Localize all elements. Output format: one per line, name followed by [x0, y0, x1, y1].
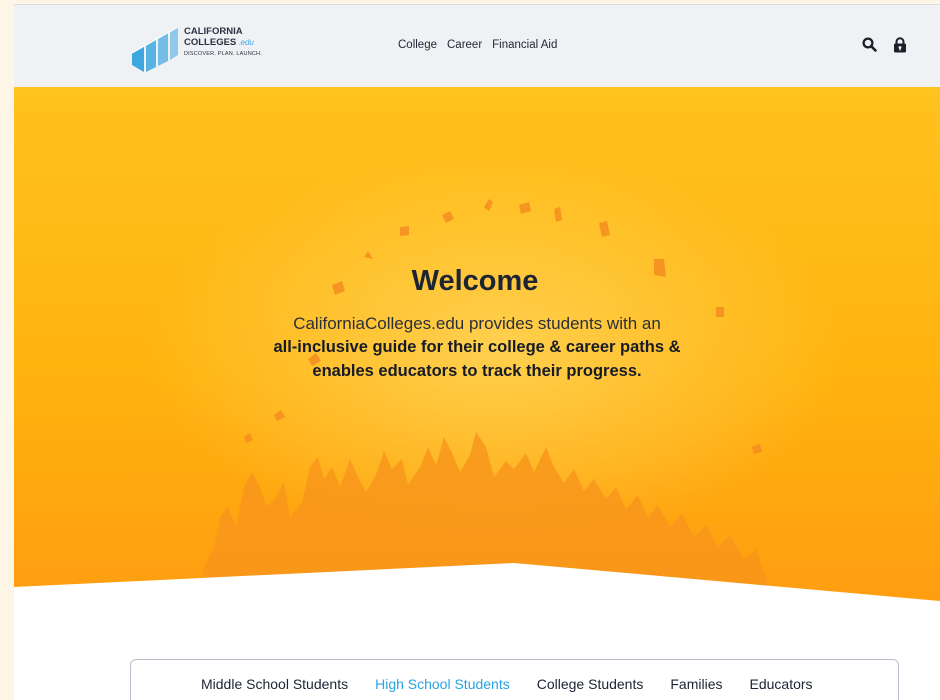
logo-mark-icon [131, 26, 179, 72]
hero-lead-line2: enables educators to track their progres… [312, 362, 642, 380]
lock-icon[interactable] [893, 37, 907, 53]
hero-intro: CaliforniaColleges.edu provides students… [293, 314, 661, 333]
search-icon[interactable] [862, 37, 877, 52]
hero-banner: Welcome CaliforniaColleges.edu provides … [14, 87, 940, 607]
logo-name-suffix: .edu [238, 37, 254, 47]
header-tools [862, 37, 907, 53]
audience-tab-row: Middle School Students High School Stude… [201, 676, 813, 692]
tab-families[interactable]: Families [670, 676, 722, 692]
tab-high-school-students[interactable]: High School Students [375, 676, 510, 692]
logo-name-line2: COLLEGES .edu [184, 36, 262, 49]
tab-middle-school-students[interactable]: Middle School Students [201, 676, 348, 692]
nav-financial-aid[interactable]: Financial Aid [492, 39, 557, 51]
site-logo[interactable]: CALIFORNIA COLLEGES .edu DISCOVER. PLAN. … [130, 25, 280, 73]
page: CALIFORNIA COLLEGES .edu DISCOVER. PLAN. … [14, 4, 940, 700]
tab-educators[interactable]: Educators [750, 676, 813, 692]
site-header: CALIFORNIA COLLEGES .edu DISCOVER. PLAN. … [14, 4, 940, 88]
main-nav: College Career Financial Aid [398, 39, 557, 51]
tab-college-students[interactable]: College Students [537, 676, 644, 692]
hero-content: Welcome CaliforniaColleges.edu provides … [14, 263, 940, 383]
nav-college[interactable]: College [398, 39, 437, 51]
audience-tabs: Middle School Students High School Stude… [130, 659, 899, 700]
logo-wordmark: CALIFORNIA COLLEGES .edu DISCOVER. PLAN. … [184, 26, 262, 57]
logo-tagline: DISCOVER. PLAN. LAUNCH. [184, 51, 262, 57]
hero-lead-line1: all-inclusive guide for their college & … [273, 338, 681, 356]
nav-career[interactable]: Career [447, 39, 482, 51]
hero-title: Welcome [411, 265, 539, 297]
logo-name-colleges: COLLEGES [184, 36, 237, 48]
